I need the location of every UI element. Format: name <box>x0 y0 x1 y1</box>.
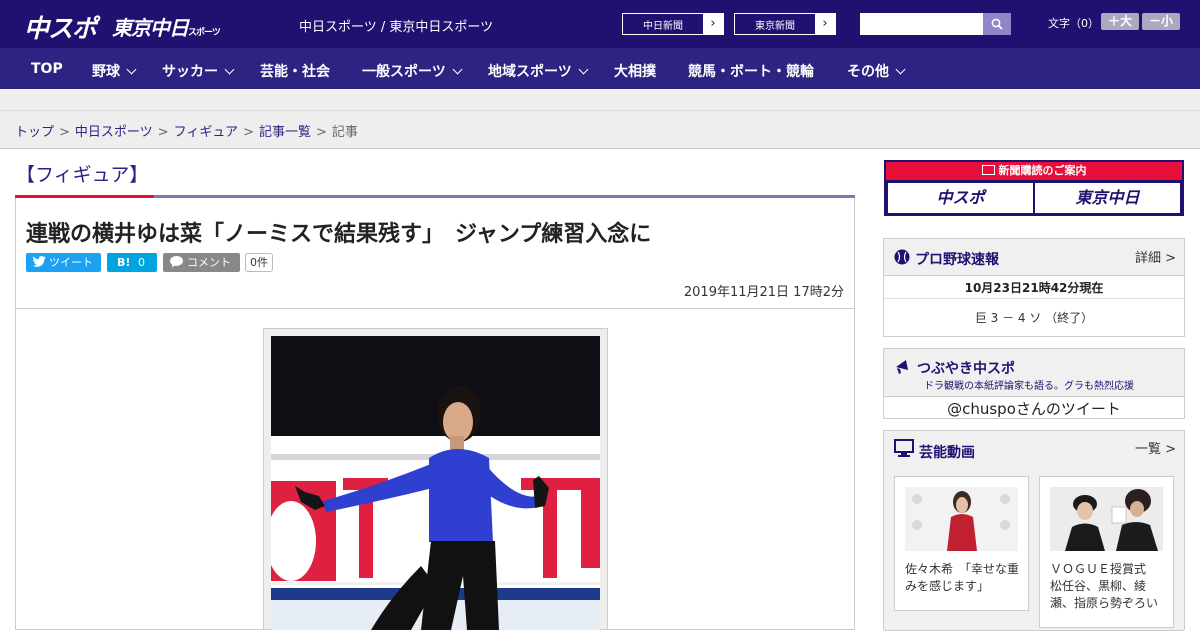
video-box: 芸能動画 一覧 > 佐々木希 「幸せな重みを感じます」 ＶＯＧＵＥ授賞式 松任谷… <box>883 430 1185 631</box>
comment-button[interactable]: コメント <box>163 253 240 272</box>
nav-label: 競馬・ボート・競輪 <box>688 64 814 80</box>
chevron-down-icon <box>452 64 463 75</box>
tsubuyaki-box-title: つぶやき中スポ <box>917 361 1015 377</box>
nav-baseball[interactable]: 野球 <box>92 61 137 81</box>
monitor-icon <box>894 439 914 457</box>
baseball-score-link[interactable]: 巨 3 － 4 ソ （終了） <box>884 309 1184 326</box>
font-size-label: 文字（0） <box>1048 17 1099 30</box>
font-smaller-button[interactable]: －小 <box>1142 13 1180 30</box>
nav-label: その他 <box>847 64 889 80</box>
subscribe-tokyo-chunichi[interactable]: 東京中日 <box>1035 183 1180 213</box>
nav-label: 地域スポーツ <box>488 64 572 80</box>
twitter-bird-icon <box>33 253 46 272</box>
video-card[interactable]: ＶＯＧＵＥ授賞式 松任谷、黒柳、綾瀬、指原ら勢ぞろい <box>1039 476 1174 628</box>
video-caption: 佐々木希 「幸せな重みを感じます」 <box>905 562 1020 593</box>
chevron-down-icon <box>895 64 906 75</box>
subscription-title: 新聞購読のご案内 <box>998 164 1087 177</box>
article-photo[interactable] <box>271 336 600 630</box>
nav-entertainment[interactable]: 芸能・社会 <box>260 61 330 81</box>
tweet-label: ツイート <box>49 256 93 269</box>
hatena-bookmark-button[interactable]: B! 0 <box>107 253 157 272</box>
nav-soccer[interactable]: サッカー <box>162 61 235 81</box>
video-caption: ＶＯＧＵＥ授賞式 松任谷、黒柳、綾瀬、指原ら勢ぞろい <box>1050 562 1159 610</box>
article-date: 2019年11月21日 17時2分 <box>683 285 844 300</box>
comment-label: コメント <box>187 256 231 269</box>
chevron-right-icon: › <box>703 14 723 34</box>
nav-label: 芸能・社会 <box>260 64 330 80</box>
subscription-banner-title: 新聞購読のご案内 <box>886 162 1182 180</box>
breadcrumb-current: 記事 <box>331 125 358 140</box>
video-card[interactable]: 佐々木希 「幸せな重みを感じます」 <box>894 476 1029 611</box>
breadcrumb-separator: > <box>157 125 169 140</box>
nav-sumo[interactable]: 大相撲 <box>614 61 656 81</box>
subscription-banner[interactable]: 新聞購読のご案内 中スポ 東京中日 <box>884 160 1184 216</box>
nav-label: 野球 <box>92 64 120 80</box>
baseball-time: 10月23日21時42分現在 <box>964 281 1104 295</box>
nav-other[interactable]: その他 <box>847 61 906 81</box>
nav-label: TOP <box>31 61 63 77</box>
chunichi-shimbun-label: 中日新聞 <box>643 21 683 32</box>
subscribe-chuspo[interactable]: 中スポ <box>888 183 1033 213</box>
chevron-right-icon: › <box>815 14 835 34</box>
video-thumbnail <box>905 487 1018 551</box>
search-icon <box>991 18 1003 30</box>
speech-bubble-icon <box>170 253 183 272</box>
video-box-title: 芸能動画 <box>919 445 975 461</box>
tokyo-shimbun-button[interactable]: 東京新聞 › <box>734 13 836 35</box>
twitter-account-link[interactable]: @chuspoさんのツイート <box>884 398 1184 419</box>
chevron-down-icon <box>224 64 235 75</box>
figure-skater-photo <box>271 336 600 630</box>
ad-strip <box>0 89 1200 111</box>
nav-label: 大相撲 <box>614 64 656 80</box>
baseball-box: プロ野球速報 詳細 > 10月23日21時42分現在 巨 3 － 4 ソ （終了… <box>883 238 1185 337</box>
divider <box>16 308 854 309</box>
megaphone-icon <box>896 360 908 374</box>
tweet-button[interactable]: ツイート <box>26 253 101 272</box>
baseball-box-title: プロ野球速報 <box>915 252 999 268</box>
nav-label: 一般スポーツ <box>362 64 446 80</box>
tsubuyaki-subtitle: ドラ観戦の本紙評論家も語る。グラも熱烈応援 <box>924 381 1134 392</box>
tokyo-chunichi-logo[interactable]: 東京中日スポーツ <box>112 12 221 41</box>
chevron-down-icon <box>126 64 137 75</box>
newspaper-icon <box>981 165 995 175</box>
baseball-details-link[interactable]: 詳細 > <box>1135 247 1176 266</box>
breadcrumb-separator: > <box>59 125 70 140</box>
chunichi-shimbun-button[interactable]: 中日新聞 › <box>622 13 724 35</box>
breadcrumb: トップ > 中日スポーツ > フィギュア > 記事一覧 > 記事 <box>15 121 358 140</box>
comment-count: 0件 <box>245 253 273 272</box>
breadcrumb-link-top[interactable]: トップ <box>15 125 54 140</box>
breadcrumb-separator: > <box>315 125 327 140</box>
article-headline: 連戦の横井ゆは菜「ノーミスで結果残す」 ジャンプ練習入念に <box>26 222 652 247</box>
search-button[interactable] <box>983 13 1011 35</box>
site-names: 中日スポーツ / 東京中日スポーツ <box>299 20 494 35</box>
chuspo-logo[interactable]: 中スポ <box>24 9 97 45</box>
category-title: 【フィギュア】 <box>16 164 149 186</box>
breadcrumb-separator: > <box>243 125 254 140</box>
hatena-icon: B! <box>117 256 131 269</box>
top-header: 中スポ 東京中日スポーツ 中日スポーツ / 東京中日スポーツ 中日新聞 › 東京… <box>0 0 1200 48</box>
breadcrumb-link-article-list[interactable]: 記事一覧 <box>259 125 311 140</box>
breadcrumb-link-chunichi-sports[interactable]: 中日スポーツ <box>75 125 153 140</box>
font-larger-button[interactable]: ＋大 <box>1101 13 1139 30</box>
tsubuyaki-box: つぶやき中スポ ドラ観戦の本紙評論家も語る。グラも熱烈応援 @chuspoさんの… <box>883 348 1185 419</box>
search-input[interactable] <box>860 13 983 35</box>
nav-label: サッカー <box>162 64 218 80</box>
nav-racing[interactable]: 競馬・ボート・競輪 <box>688 61 814 81</box>
nav-local-sports[interactable]: 地域スポーツ <box>488 61 589 81</box>
chevron-down-icon <box>578 64 589 75</box>
breadcrumb-link-figure[interactable]: フィギュア <box>174 125 238 140</box>
tokyo-shimbun-label: 東京新聞 <box>755 21 795 32</box>
tokyo-logo-text: 東京中日 <box>112 16 189 40</box>
main-nav: TOP 野球 サッカー 芸能・社会 一般スポーツ 地域スポーツ 大相撲 競馬・ボ… <box>0 48 1200 89</box>
nav-general-sports[interactable]: 一般スポーツ <box>362 61 463 81</box>
video-list-link[interactable]: 一覧 > <box>1135 438 1176 457</box>
divider <box>884 298 1184 299</box>
hatena-count: 0 <box>138 256 145 269</box>
video-thumbnail <box>1050 487 1163 551</box>
baseball-icon <box>894 249 910 265</box>
nav-top[interactable]: TOP <box>31 61 63 77</box>
tokyo-logo-small: スポーツ <box>188 28 221 38</box>
